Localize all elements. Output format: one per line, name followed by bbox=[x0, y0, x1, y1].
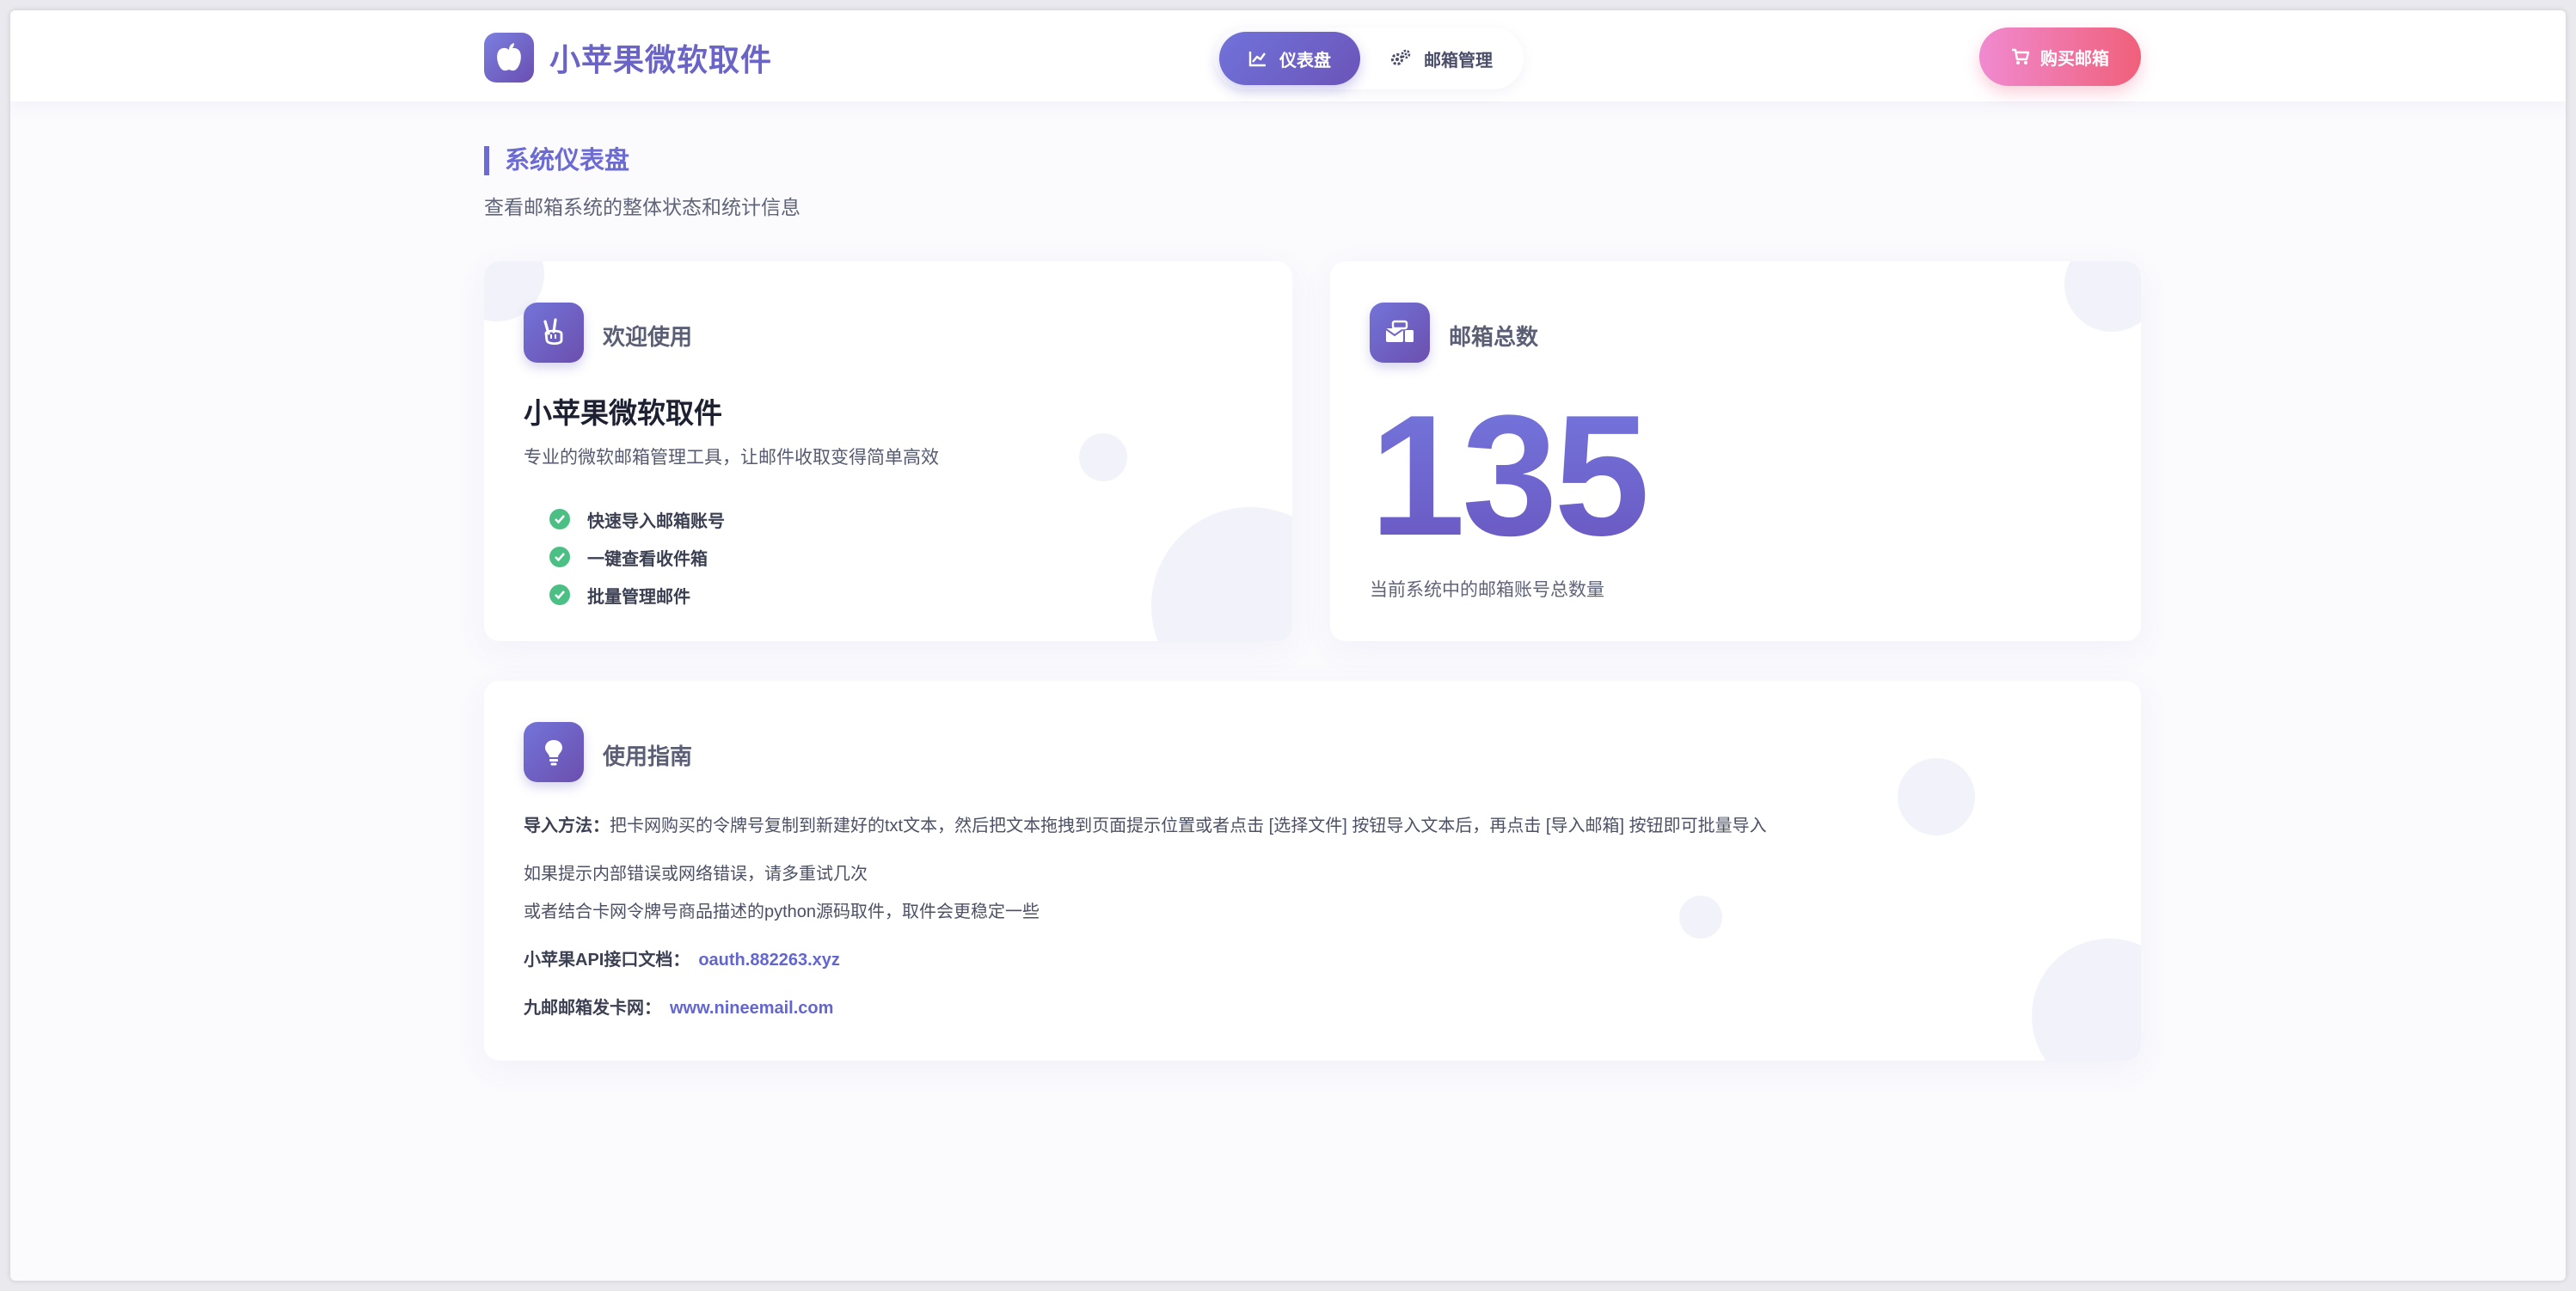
welcome-description: 专业的微软邮箱管理工具，让邮件收取变得简单高效 bbox=[524, 448, 939, 468]
import-instructions: 导入方法：把卡网购买的令牌号复制到新建好的txt文本，然后把文本拖拽到页面提示位… bbox=[524, 811, 1767, 836]
total-heading: 邮箱总数 bbox=[1449, 324, 1539, 350]
nav-tabs: 仪表盘 邮箱管理 bbox=[1214, 28, 1524, 89]
brand[interactable]: 小苹果微软取件 bbox=[484, 33, 772, 83]
check-circle-icon bbox=[549, 547, 570, 567]
guide-card: 使用指南 导入方法：把卡网购买的令牌号复制到新建好的txt文本，然后把文本拖拽到… bbox=[484, 681, 2141, 1061]
page-subtitle: 查看邮箱系统的整体状态和统计信息 bbox=[484, 196, 800, 218]
shop-row: 九邮邮箱发卡网： www.nineemail.com bbox=[524, 994, 833, 1019]
api-docs-label: 小苹果API接口文档： bbox=[524, 951, 690, 970]
app-window: 小苹果微软取件 仪表盘 邮箱管理 购买邮箱 系统仪表盘 查看邮箱系统的整体状态和… bbox=[10, 10, 2566, 1281]
feature-list: 快速导入邮箱账号 一键查看收件箱 批量管理邮件 bbox=[549, 500, 725, 614]
decorative-circle bbox=[2064, 261, 2141, 332]
app-title: 小苹果微软取件 bbox=[549, 42, 773, 77]
feature-label: 批量管理邮件 bbox=[587, 587, 690, 607]
welcome-card: 欢迎使用 小苹果微软取件 专业的微软邮箱管理工具，让邮件收取变得简单高效 快速导… bbox=[484, 261, 1292, 641]
total-mailboxes-card: 邮箱总数 135 当前系统中的邮箱账号总数量 bbox=[1330, 261, 2141, 641]
apple-icon bbox=[484, 33, 534, 83]
shop-link[interactable]: www.nineemail.com bbox=[670, 999, 833, 1018]
import-label: 导入方法： bbox=[524, 817, 610, 835]
feature-label: 一键查看收件箱 bbox=[587, 549, 708, 569]
tab-mail-management[interactable]: 邮箱管理 bbox=[1360, 32, 1522, 85]
decorative-circle bbox=[1898, 758, 1975, 835]
chart-line-icon bbox=[1248, 52, 1266, 67]
list-item: 快速导入邮箱账号 bbox=[549, 500, 725, 538]
shop-label: 九邮邮箱发卡网： bbox=[524, 999, 661, 1018]
buy-mailbox-label: 购买邮箱 bbox=[2040, 49, 2109, 69]
check-circle-icon bbox=[549, 584, 570, 605]
cogs-icon bbox=[1391, 49, 1411, 65]
lightbulb-icon bbox=[524, 722, 584, 782]
feature-label: 快速导入邮箱账号 bbox=[587, 511, 725, 531]
welcome-title: 小苹果微软取件 bbox=[524, 397, 722, 429]
buy-mailbox-button[interactable]: 购买邮箱 bbox=[1979, 28, 2141, 86]
tip-python-source: 或者结合卡网令牌号商品描述的python源码取件，取件会更稳定一些 bbox=[524, 902, 1040, 921]
api-docs-row: 小苹果API接口文档： oauth.882263.xyz bbox=[524, 945, 840, 970]
tab-mail-management-label: 邮箱管理 bbox=[1424, 51, 1493, 70]
api-docs-link[interactable]: oauth.882263.xyz bbox=[698, 951, 840, 970]
list-item: 一键查看收件箱 bbox=[549, 538, 725, 576]
decorative-circle bbox=[1679, 896, 1722, 939]
total-mailboxes-value: 135 bbox=[1370, 380, 1650, 572]
list-item: 批量管理邮件 bbox=[549, 576, 725, 614]
tab-dashboard[interactable]: 仪表盘 bbox=[1219, 32, 1360, 85]
total-description: 当前系统中的邮箱账号总数量 bbox=[1370, 580, 1604, 600]
welcome-heading: 欢迎使用 bbox=[603, 324, 693, 350]
guide-heading: 使用指南 bbox=[603, 743, 693, 769]
check-circle-icon bbox=[549, 509, 570, 529]
page-title: 系统仪表盘 bbox=[484, 146, 629, 175]
tip-retry: 如果提示内部错误或网络错误，请多重试几次 bbox=[524, 865, 868, 884]
decorative-circle bbox=[1079, 433, 1127, 481]
cart-icon bbox=[2012, 48, 2030, 64]
tab-dashboard-label: 仪表盘 bbox=[1279, 51, 1331, 70]
mail-bulk-icon bbox=[1370, 303, 1430, 363]
decorative-circle bbox=[2032, 939, 2141, 1061]
hand-peace-icon bbox=[524, 303, 584, 363]
top-navbar: 小苹果微软取件 仪表盘 邮箱管理 购买邮箱 bbox=[10, 10, 2566, 101]
import-text: 把卡网购买的令牌号复制到新建好的txt文本，然后把文本拖拽到页面提示位置或者点击… bbox=[610, 817, 1767, 835]
decorative-circle bbox=[1151, 507, 1292, 641]
